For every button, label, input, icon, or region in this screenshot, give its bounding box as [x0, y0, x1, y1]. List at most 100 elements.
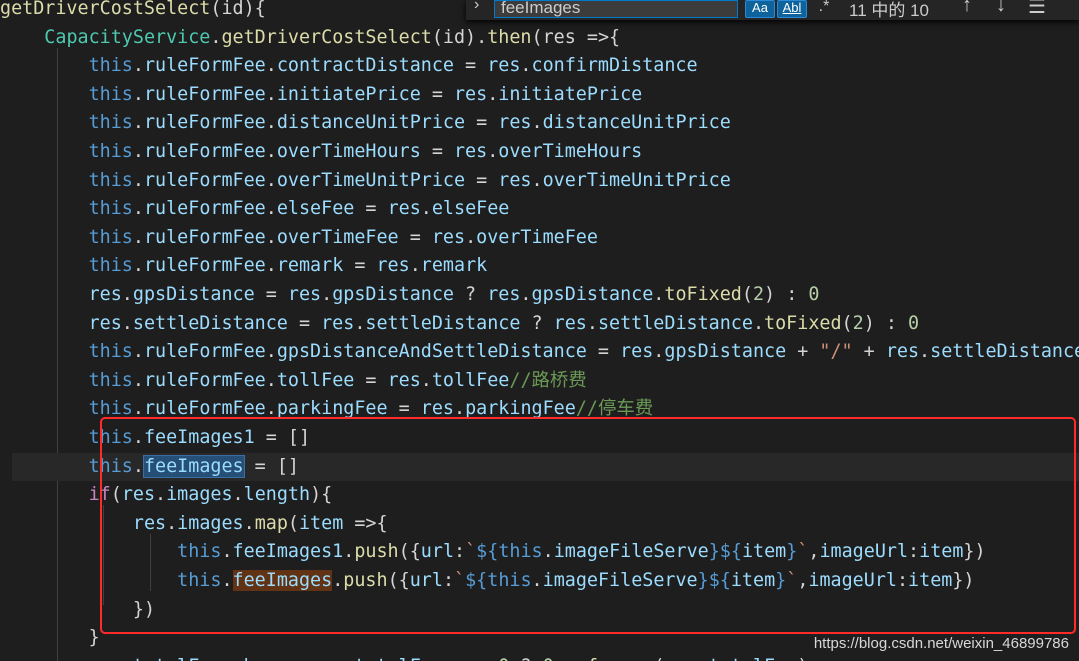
code-token: = [465, 169, 499, 191]
code-token: settleDistance [930, 341, 1079, 363]
code-token: ( [841, 312, 853, 334]
code-token: getDriverCostSelect [0, 0, 211, 19]
code-line[interactable]: this.ruleFormFee.tollFee = res.tollFee//… [0, 367, 587, 396]
code-token: = [354, 369, 388, 391]
code-token: this [88, 198, 133, 220]
code-token: ruleFormFee [143, 141, 266, 162]
code-line[interactable]: this.ruleFormFee.elseFee = res.elseFee [0, 195, 510, 224]
code-token: . [265, 83, 277, 105]
code-token: = [354, 198, 388, 220]
code-token: . [265, 226, 277, 248]
match-whole-word-toggle[interactable]: Abl [777, 0, 807, 18]
code-token: tollFee [431, 369, 510, 391]
code-token: . [265, 55, 277, 77]
code-line[interactable]: this.ruleFormFee.overTimeHours = res.ove… [0, 138, 643, 167]
code-token: (id). [431, 26, 488, 48]
code-line[interactable]: res.settleDistance = res.settleDistance … [0, 310, 920, 339]
code-token: . [420, 369, 432, 391]
code-line[interactable]: res.totalFee_show = res.totalFee === 0 ?… [0, 653, 809, 661]
code-token: (res =>{ [531, 26, 621, 48]
find-in-selection-icon[interactable]: ☰ [1028, 0, 1046, 19]
code-token: tollFee [276, 369, 355, 391]
code-token: . [132, 198, 144, 220]
code-token: : [554, 656, 587, 661]
code-token: this [88, 226, 133, 248]
code-token: . [321, 284, 333, 305]
code-token: . [265, 141, 277, 162]
code-token: . [132, 83, 144, 105]
code-token: res [885, 341, 920, 363]
code-line[interactable]: this.ruleFormFee.contractDistance = res.… [0, 52, 698, 81]
code-token: . [121, 284, 133, 305]
code-token: = [586, 341, 621, 363]
code-token: res [287, 284, 322, 305]
code-token: (id){ [210, 0, 266, 19]
code-token: res [498, 169, 532, 191]
code-token: = [287, 312, 322, 334]
code-token: gpsDistance [132, 284, 255, 305]
code-token: getDriverCostSelect [221, 26, 432, 48]
code-token: = [420, 141, 454, 162]
code-token: res [88, 284, 122, 305]
find-input[interactable]: feeImages [494, 0, 738, 18]
code-token: this [88, 112, 133, 134]
code-token: ruleFormFee [143, 169, 266, 191]
code-token: fmoney [587, 656, 653, 661]
code-line[interactable]: this.ruleFormFee.distanceUnitPrice = res… [0, 109, 731, 138]
code-token: ruleFormFee [143, 198, 266, 220]
code-line[interactable]: this.ruleFormFee.overTimeUnitPrice = res… [0, 167, 731, 196]
code-line[interactable]: CapacityService.getDriverCostSelect(id).… [0, 24, 620, 53]
code-token: . [487, 141, 499, 162]
code-token: 0 [908, 312, 920, 334]
code-token: . [343, 656, 354, 661]
code-token: . [132, 341, 144, 363]
toggle-replace-chevron-icon[interactable]: › [474, 0, 479, 14]
code-token: . [132, 226, 144, 248]
code-line[interactable]: } [0, 624, 100, 653]
code-token: ) [797, 656, 808, 661]
code-token: gpsDistance [664, 341, 787, 363]
code-token: ruleFormFee [143, 369, 266, 391]
code-token: . [487, 83, 499, 105]
code-token: . [586, 312, 598, 334]
code-token: . [919, 341, 931, 363]
code-line[interactable]: this.ruleFormFee.overTimeFee = res.overT… [0, 224, 598, 253]
code-token: res [387, 198, 421, 220]
code-token: initiatePrice [276, 83, 421, 105]
code-line[interactable]: this.ruleFormFee.remark = res.remark [0, 252, 488, 281]
code-token: res [487, 55, 521, 77]
code-token: contractDistance [276, 55, 454, 77]
use-regex-toggle[interactable]: .* [811, 0, 837, 16]
code-token: res [88, 312, 122, 334]
next-match-arrow-icon[interactable]: ↓ [996, 0, 1006, 17]
code-token: remark [276, 255, 344, 277]
code-token: settleDistance [365, 312, 521, 334]
code-token: distanceUnitPrice [542, 112, 731, 134]
match-case-toggle[interactable]: Aa [745, 0, 775, 18]
code-token: = [453, 55, 488, 77]
previous-match-arrow-icon[interactable]: ↑ [962, 0, 972, 17]
code-token: . [132, 255, 144, 277]
code-token: this [88, 141, 133, 162]
code-token: totalFee_show [133, 656, 277, 661]
code-line[interactable]: this.ruleFormFee.initiatePrice = res.ini… [0, 81, 643, 110]
code-token: . [653, 284, 665, 305]
code-token: ? [520, 312, 554, 334]
code-token: toFixed [764, 312, 842, 334]
code-token: this [88, 341, 133, 363]
code-token: overTimeHours [276, 141, 421, 162]
code-line[interactable]: getDriverCostSelect(id){ [0, 0, 266, 24]
code-token: . [132, 55, 144, 77]
code-line[interactable]: res.gpsDistance = res.gpsDistance ? res.… [0, 281, 820, 310]
code-token: this [88, 255, 133, 277]
code-line[interactable]: this.ruleFormFee.gpsDistanceAndSettleDis… [0, 338, 1079, 367]
code-token: = [254, 284, 288, 305]
